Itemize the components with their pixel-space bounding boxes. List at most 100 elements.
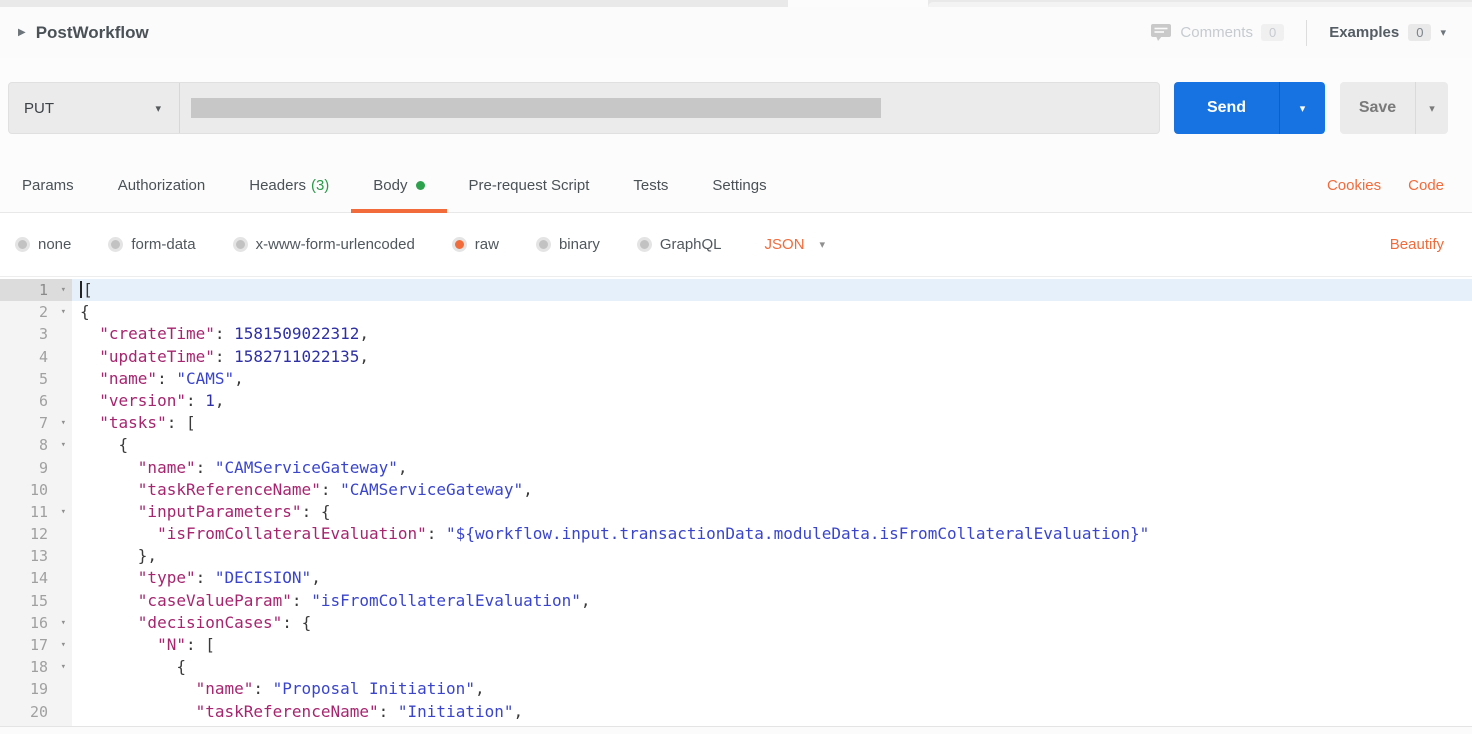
code-line-content[interactable]: "version": 1,: [72, 390, 1472, 412]
tab-headers[interactable]: Headers (3): [227, 158, 351, 212]
token-p: {: [118, 435, 129, 455]
radio-binary[interactable]: binary: [535, 236, 600, 253]
tab-settings[interactable]: Settings: [690, 158, 788, 212]
code-line-content[interactable]: "taskReferenceName": "Initiation",: [72, 701, 1472, 723]
title-bar-actions: Comments 0 Examples 0 ▾: [1150, 19, 1446, 46]
code-line-content[interactable]: {: [72, 656, 1472, 678]
radio-graphql[interactable]: GraphQL: [636, 236, 722, 253]
line-number: 12: [0, 523, 72, 546]
code-lines: 1 ▾[2 ▾{3 "createTime": 1581509022312, 4 "upd…: [0, 277, 1472, 734]
code-line: 7 ▾ "tasks": [: [0, 412, 1472, 435]
text-cursor: [80, 281, 82, 298]
code-line-content[interactable]: [: [72, 279, 1472, 302]
code-line-content[interactable]: "name": "Proposal Initiation",: [72, 678, 1472, 700]
line-number: 13: [0, 545, 72, 568]
line-number: 4: [0, 345, 72, 368]
token-k: "type": [137, 568, 196, 588]
code-line-content[interactable]: {: [72, 434, 1472, 456]
horizontal-scrollbar[interactable]: [0, 726, 1472, 734]
token-k: "version": [99, 390, 186, 410]
token-p: ,: [214, 390, 225, 410]
tab-label: Authorization: [117, 176, 206, 194]
method-select[interactable]: PUT ▾: [9, 83, 180, 133]
send-split-button: Send ▾: [1174, 82, 1325, 134]
comments-button[interactable]: Comments 0: [1150, 23, 1285, 42]
token-p: :: [426, 524, 447, 544]
active-tab-edge: [788, 0, 928, 7]
request-tabs: Params Authorization Headers (3) Body Pre…: [0, 158, 1472, 213]
code-line: 4 "updateTime": 1582711022135,: [0, 345, 1472, 368]
code-line-content[interactable]: "type": "DECISION",: [72, 567, 1472, 589]
tabs-right-links: Cookies Code: [1327, 177, 1472, 194]
tab-authorization[interactable]: Authorization: [96, 158, 228, 212]
tab-body[interactable]: Body: [351, 158, 447, 213]
headers-count: (3): [310, 176, 330, 194]
radio-label: none: [38, 236, 72, 253]
token-p: ,: [474, 679, 485, 699]
code-line: 18 ▾ {: [0, 656, 1472, 679]
code-line-content[interactable]: "updateTime": 1582711022135,: [72, 346, 1472, 368]
token-p: :: [214, 324, 235, 344]
line-number: 10: [0, 478, 72, 501]
code-line-content[interactable]: "decisionCases": {: [72, 612, 1472, 634]
radio-label: form-data: [131, 236, 196, 253]
fold-caret-icon[interactable]: ▾: [61, 412, 66, 434]
fold-caret-icon[interactable]: ▾: [61, 501, 66, 523]
collapse-caret-icon[interactable]: ▶: [18, 27, 26, 38]
token-p: ,: [523, 479, 533, 499]
token-s: "Initiation": [397, 701, 514, 721]
code-line-content[interactable]: "tasks": [: [72, 412, 1472, 434]
line-number: 9: [0, 456, 72, 479]
code-line-content[interactable]: "isFromCollateralEvaluation": "${workflo…: [72, 523, 1472, 545]
json-body-editor[interactable]: 1 ▾[2 ▾{3 "createTime": 1581509022312, 4 "upd…: [0, 277, 1472, 734]
code-line-content[interactable]: {: [72, 301, 1472, 323]
token-p: :: [195, 568, 215, 588]
line-number: 3: [0, 323, 72, 346]
postman-request-window: ▶ PostWorkflow Comments 0 Examples 0 ▾ P…: [0, 0, 1472, 734]
code-line-content[interactable]: "caseValueParam": "isFromCollateralEvalu…: [72, 590, 1472, 612]
line-number: 6: [0, 389, 72, 413]
radio-none[interactable]: none: [15, 236, 71, 253]
code-line-content[interactable]: "N": [: [72, 634, 1472, 656]
fold-caret-icon[interactable]: ▾: [61, 656, 66, 678]
cookies-link[interactable]: Cookies: [1327, 177, 1381, 194]
send-button[interactable]: Send: [1174, 82, 1279, 134]
fold-caret-icon[interactable]: ▾: [61, 434, 66, 456]
tab-label: Body: [373, 176, 408, 194]
code-line-content[interactable]: "inputParameters": {: [72, 501, 1472, 523]
save-button[interactable]: Save: [1340, 82, 1415, 134]
token-p: :: [291, 590, 312, 610]
url-redacted-bar: [191, 98, 881, 118]
code-line-content[interactable]: },: [72, 545, 1472, 567]
fold-caret-icon[interactable]: ▾: [61, 301, 66, 323]
send-options-caret[interactable]: ▾: [1279, 82, 1325, 134]
beautify-link[interactable]: Beautify: [1390, 236, 1444, 253]
url-input[interactable]: [180, 83, 1159, 133]
examples-dropdown[interactable]: Examples 0 ▾: [1329, 24, 1446, 41]
code-link[interactable]: Code: [1408, 177, 1444, 194]
radio-raw[interactable]: raw: [451, 236, 499, 253]
fold-caret-icon[interactable]: ▾: [61, 612, 66, 634]
request-title: PostWorkflow: [35, 22, 149, 42]
fold-caret-icon[interactable]: ▾: [61, 634, 66, 656]
tab-pre-request-script[interactable]: Pre-request Script: [447, 158, 612, 212]
tab-params[interactable]: Params: [0, 158, 96, 212]
save-options-caret[interactable]: ▾: [1415, 82, 1448, 134]
code-line-content[interactable]: "name": "CAMS",: [72, 368, 1472, 390]
code-line: 20 "taskReferenceName": "Initiation",: [0, 700, 1472, 723]
radio-x-www-form-urlencoded[interactable]: x-www-form-urlencoded: [232, 236, 415, 253]
tab-tests[interactable]: Tests: [611, 158, 690, 212]
code-line-content[interactable]: "taskReferenceName": "CAMServiceGateway"…: [72, 479, 1472, 501]
radio-form-data[interactable]: form-data: [108, 236, 196, 253]
language-dropdown[interactable]: JSON ▾: [765, 236, 826, 253]
examples-count-badge: 0: [1408, 24, 1432, 41]
code-line-content[interactable]: "createTime": 1581509022312,: [72, 323, 1472, 345]
token-p: : {: [282, 612, 312, 632]
line-number: 11 ▾: [0, 500, 72, 524]
line-number: 1 ▾: [0, 279, 72, 302]
code-line-content[interactable]: "name": "CAMServiceGateway",: [72, 457, 1472, 479]
token-k: "caseValueParam": [137, 590, 292, 610]
token-p: ,: [513, 701, 524, 721]
token-k: "updateTime": [99, 346, 215, 366]
fold-caret-icon[interactable]: ▾: [61, 279, 66, 301]
